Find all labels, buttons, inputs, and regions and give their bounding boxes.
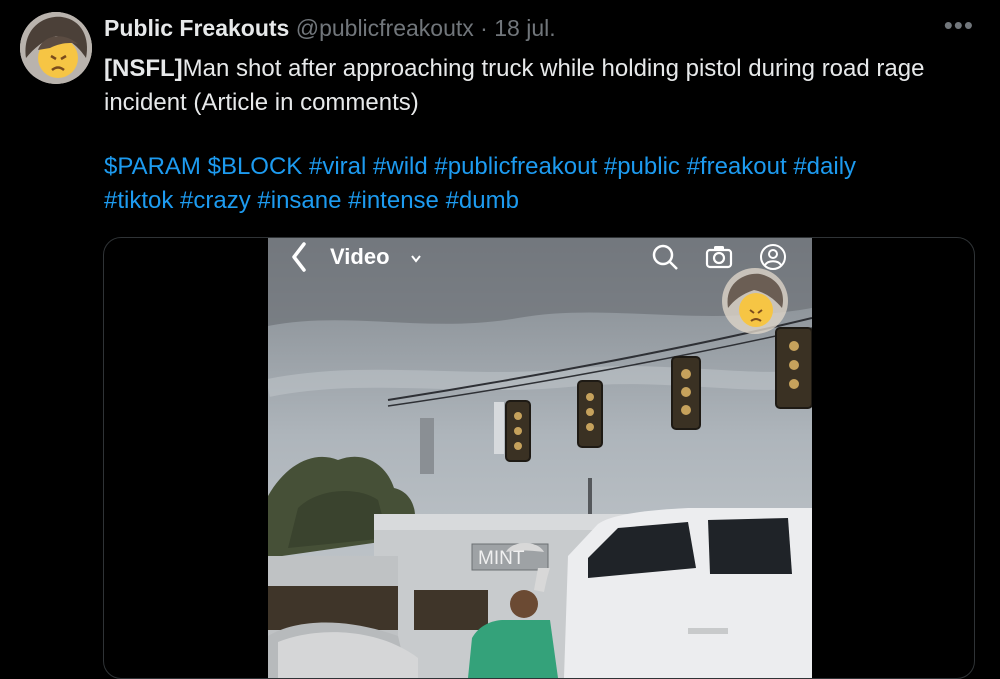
tag-tiktok[interactable]: #tiktok xyxy=(104,187,173,214)
hashtag-list: $PARAM $BLOCK #viral #wild #publicfreako… xyxy=(104,150,974,218)
author-avatar[interactable] xyxy=(20,12,92,84)
avatar-image xyxy=(20,12,92,84)
tag-crazy[interactable]: #crazy xyxy=(180,187,251,214)
more-options-icon[interactable]: ••• xyxy=(944,10,974,41)
chevron-down-icon[interactable] xyxy=(410,254,422,264)
media-container[interactable]: MINT Video xyxy=(103,237,975,679)
store-sign: MINT xyxy=(478,548,525,569)
tag-block[interactable]: $BLOCK xyxy=(208,153,303,180)
tag-intense[interactable]: #intense xyxy=(348,187,439,214)
watermark-avatar xyxy=(722,268,788,334)
tweet-text-body: Man shot after approaching truck while h… xyxy=(104,55,925,116)
tweet-text: [NSFL]Man shot after approaching truck w… xyxy=(104,52,974,120)
tag-freakout[interactable]: #freakout xyxy=(687,153,787,180)
tweet-date[interactable]: 18 jul. xyxy=(494,15,555,41)
meta-separator: · xyxy=(480,15,488,41)
author-name[interactable]: Public Freakouts xyxy=(104,15,289,41)
video-title[interactable]: Video xyxy=(330,244,390,270)
tag-viral[interactable]: #viral xyxy=(309,153,366,180)
tag-daily[interactable]: #daily xyxy=(793,153,856,180)
tweet-text-bold: [NSFL] xyxy=(104,55,183,82)
tag-public[interactable]: #public xyxy=(604,153,680,180)
author-handle[interactable]: @publicfreakoutx xyxy=(296,15,474,41)
video-frame[interactable]: MINT Video xyxy=(268,238,812,678)
tag-wild[interactable]: #wild xyxy=(373,153,428,180)
tweet-header: Public Freakouts @publicfreakoutx · 18 j… xyxy=(104,14,556,42)
tag-insane[interactable]: #insane xyxy=(257,187,341,214)
tag-param[interactable]: $PARAM xyxy=(104,153,201,180)
tag-dumb[interactable]: #dumb xyxy=(446,187,519,214)
tag-publicfreakout[interactable]: #publicfreakout xyxy=(434,153,597,180)
back-arrow-icon[interactable] xyxy=(288,238,312,276)
search-icon[interactable] xyxy=(650,242,680,272)
